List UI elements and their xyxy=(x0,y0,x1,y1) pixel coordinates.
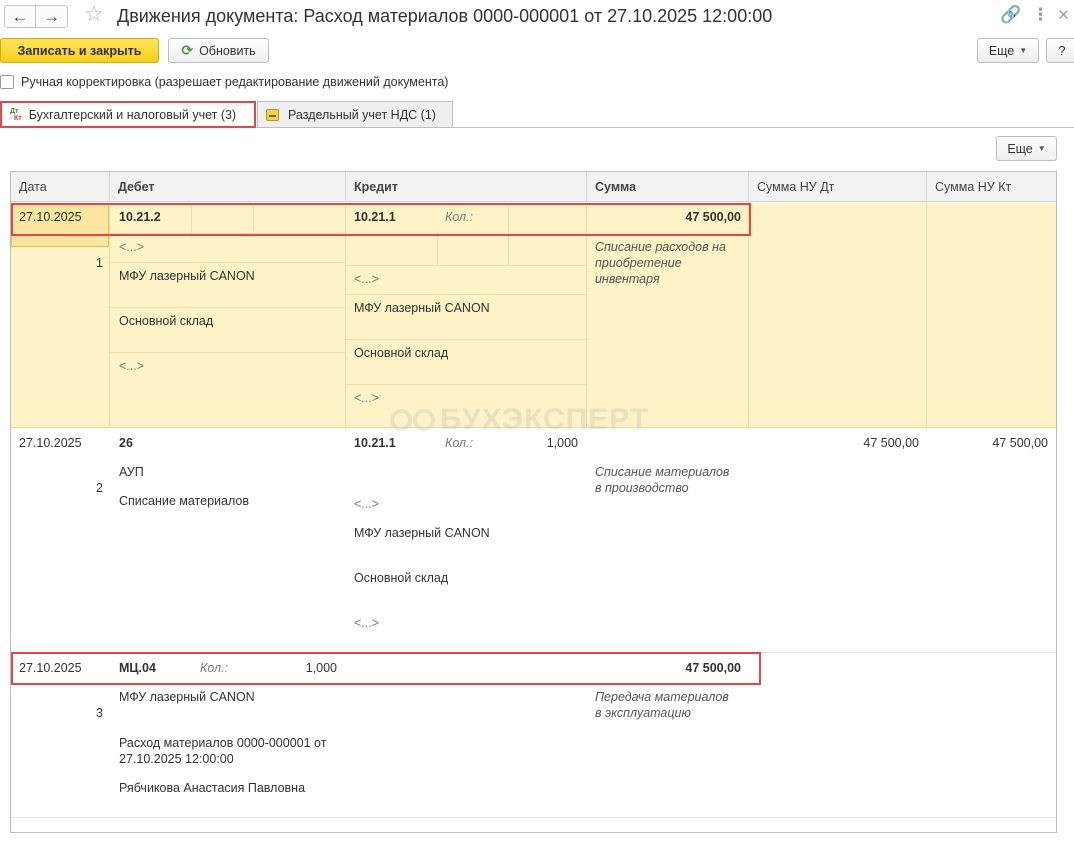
movements-table: Дата Дебет Кредит Сумма Сумма НУ Дт Сумм… xyxy=(10,171,1057,833)
credit-account[interactable]: 10.21.1 xyxy=(354,210,396,224)
row-date: 27.10.2025 xyxy=(19,210,82,224)
debit-account[interactable]: МЦ.04 xyxy=(119,661,156,675)
credit-subconto-2[interactable]: МФУ лазерный CANON xyxy=(354,526,490,540)
content-line: приобретение xyxy=(595,256,682,270)
manual-correction-row[interactable]: Ручная корректировка (разрешает редактир… xyxy=(0,73,448,91)
col-credit[interactable]: Кредит xyxy=(346,172,587,202)
row-sum[interactable]: 47 500,00 xyxy=(595,210,741,224)
credit-subconto-1[interactable]: <...> xyxy=(354,272,379,286)
manual-correction-checkbox[interactable] xyxy=(0,75,14,89)
credit-qty[interactable]: 1,000 xyxy=(508,436,578,450)
refresh-button[interactable]: ⟳ Обновить xyxy=(168,38,269,63)
table-row[interactable]: 27.10.2025 1 10.21.2 <...> МФУ лазерный … xyxy=(11,203,1056,428)
col-sum[interactable]: Сумма xyxy=(587,172,749,202)
content-line: Передача материалов xyxy=(595,690,729,704)
debit-subconto-4[interactable]: <...> xyxy=(119,359,144,373)
watermark-text: БУХЭКСПЕРТ xyxy=(440,403,650,436)
title-bar: ← → ☆ Движения документа: Расход материа… xyxy=(0,0,1074,34)
row-date: 27.10.2025 xyxy=(19,661,82,675)
debit-subconto-2[interactable]: Расход материалов 0000-000001 от xyxy=(119,736,326,750)
credit-account[interactable]: 10.21.1 xyxy=(354,436,396,450)
close-icon[interactable]: × xyxy=(1058,6,1069,25)
sum-nu-kt[interactable]: 47 500,00 xyxy=(935,436,1048,450)
window-title: Движения документа: Расход материалов 00… xyxy=(117,6,773,26)
credit-qty-label: Кол.: xyxy=(445,210,474,224)
refresh-label: Обновить xyxy=(199,43,256,58)
tab-accounting-label: Бухгалтерский и налоговый учет (3) xyxy=(28,107,237,122)
debit-subconto-3[interactable]: Рябчикова Анастасия Павловна xyxy=(119,781,305,795)
debit-subconto-3[interactable]: Основной склад xyxy=(119,314,213,328)
back-button[interactable]: ← xyxy=(4,5,36,28)
table-header: Дата Дебет Кредит Сумма Сумма НУ Дт Сумм… xyxy=(11,172,1056,202)
col-sum-nu-dt[interactable]: Сумма НУ Дт xyxy=(749,172,927,202)
dt-kt-icon: Дт Кт xyxy=(10,107,22,122)
credit-subconto-1[interactable]: <...> xyxy=(354,497,379,511)
forward-button[interactable]: → xyxy=(36,5,68,28)
credit-subconto-4[interactable]: <...> xyxy=(354,391,379,405)
content-line: в производство xyxy=(595,481,689,495)
debit-subconto-1[interactable]: <...> xyxy=(119,240,144,254)
row-sum[interactable]: 47 500,00 xyxy=(595,661,741,675)
caret-down-icon: ▼ xyxy=(1037,144,1046,153)
content-line: инвентаря xyxy=(595,272,660,286)
row-number: 2 xyxy=(96,481,103,495)
credit-subconto-3[interactable]: Основной склад xyxy=(354,571,448,585)
col-date[interactable]: Дата xyxy=(11,172,110,202)
arrow-left-icon: ← xyxy=(11,7,29,26)
manual-correction-label: Ручная корректировка (разрешает редактир… xyxy=(21,75,449,89)
grid-more-button[interactable]: Еще ▼ xyxy=(996,136,1057,161)
debit-subconto-2[interactable]: Списание материалов xyxy=(119,494,249,508)
debit-subconto-2[interactable]: 27.10.2025 12:00:00 xyxy=(119,752,234,766)
debit-account[interactable]: 26 xyxy=(119,436,133,450)
row-date: 27.10.2025 xyxy=(19,436,82,450)
link-icon[interactable]: 🔗 xyxy=(1000,6,1021,23)
help-button[interactable]: ? xyxy=(1046,38,1074,63)
more-vertical-icon[interactable]: ⋮ xyxy=(1032,6,1049,23)
row-number: 1 xyxy=(96,256,103,270)
col-sum-nu-kt[interactable]: Сумма НУ Кт xyxy=(927,172,1056,202)
credit-qty-label: Кол.: xyxy=(445,436,474,450)
tab-vat-label: Раздельный учет НДС (1) xyxy=(288,107,436,122)
favorite-star-icon[interactable]: ☆ xyxy=(84,3,104,25)
credit-subconto-2[interactable]: МФУ лазерный CANON xyxy=(354,301,490,315)
caret-down-icon: ▼ xyxy=(1019,46,1028,55)
command-bar: Записать и закрыть ⟳ Обновить Еще ▼ ? xyxy=(0,38,1074,66)
grid-more-label: Еще xyxy=(1007,141,1033,156)
debit-qty-label: Кол.: xyxy=(200,661,229,675)
tab-vat[interactable]: Раздельный учет НДС (1) xyxy=(257,101,453,127)
table-row[interactable]: 27.10.2025 2 26 АУП Списание материалов … xyxy=(11,428,1056,653)
register-icon xyxy=(266,108,279,121)
debit-subconto-1[interactable]: АУП xyxy=(119,465,144,479)
refresh-icon: ⟳ xyxy=(181,42,194,58)
more-menu-button[interactable]: Еще ▼ xyxy=(977,38,1039,63)
credit-subconto-4[interactable]: <...> xyxy=(354,616,379,630)
tab-bar: Дт Кт Бухгалтерский и налоговый учет (3) … xyxy=(0,99,1074,128)
content-line: Списание материалов xyxy=(595,465,730,479)
content-line: Списание расходов на xyxy=(595,240,726,254)
debit-qty[interactable]: 1,000 xyxy=(267,661,337,675)
content-line: в эксплуатацию xyxy=(595,706,691,720)
debit-subconto-2[interactable]: МФУ лазерный CANON xyxy=(119,269,255,283)
watermark-logo xyxy=(390,409,435,431)
row-number: 3 xyxy=(96,706,103,720)
more-label: Еще xyxy=(988,43,1015,58)
credit-subconto-3[interactable]: Основной склад xyxy=(354,346,448,360)
debit-account[interactable]: 10.21.2 xyxy=(119,210,161,224)
arrow-right-icon: → xyxy=(43,7,60,26)
save-and-close-button[interactable]: Записать и закрыть xyxy=(0,38,159,63)
table-row[interactable]: 27.10.2025 3 МЦ.04 Кол.: 1,000 МФУ лазер… xyxy=(11,653,1056,818)
col-debit[interactable]: Дебет xyxy=(110,172,346,202)
tab-accounting[interactable]: Дт Кт Бухгалтерский и налоговый учет (3) xyxy=(0,101,256,128)
sum-nu-dt[interactable]: 47 500,00 xyxy=(757,436,919,450)
debit-subconto-1[interactable]: МФУ лазерный CANON xyxy=(119,690,255,704)
